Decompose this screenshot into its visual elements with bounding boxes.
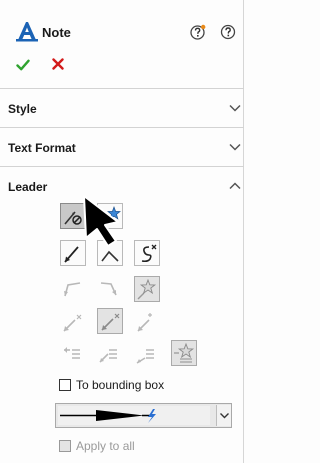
chevron-down-icon[interactable] [229,142,241,152]
chevron-up-icon[interactable] [229,181,241,191]
leader-nearest-button[interactable] [134,276,160,302]
panel-header: Note [0,0,244,88]
attach-top-button[interactable] [60,342,86,368]
leader-arrow-preview-icon [60,409,156,423]
leader-style-preview [58,406,210,425]
leader-side-right-button[interactable] [134,310,160,336]
leader-left-button[interactable] [60,276,86,302]
attach-nearest-button[interactable] [171,340,197,366]
attach-middle-button[interactable] [97,342,123,368]
apply-to-all-label: Apply to all [76,439,135,453]
whats-wrong-help-icon[interactable] [190,24,206,40]
leader-side-left-icon [63,314,82,332]
bounding-box-checkbox[interactable] [59,379,71,391]
section-label: Text Format [8,141,76,155]
apply-to-all-checkbox[interactable] [59,440,71,452]
section-label: Style [8,102,37,116]
help-icon[interactable] [220,24,236,40]
section-label: Leader [8,180,48,194]
attach-bottom-icon [136,349,154,364]
panel-title: Note [42,25,71,40]
leader-side-middle-button[interactable] [97,308,123,334]
leader-right-icon [100,282,117,296]
section-text-format[interactable]: Text Format [0,128,244,166]
section-style[interactable]: Style [0,89,244,127]
note-property-manager: Note Style Text Format Leader To boundin… [0,0,244,463]
spline-leader-button[interactable] [134,240,160,266]
combo-dropdown-button[interactable] [216,405,231,426]
attach-nearest-star-icon [174,342,195,363]
bounding-box-label: To bounding box [76,378,165,392]
ok-checkmark-icon[interactable] [16,58,30,72]
leader-side-right-icon [137,313,152,332]
attach-top-icon [64,347,80,359]
note-a-icon [16,22,38,42]
leader-right-button[interactable] [97,276,123,302]
mouse-cursor-arrow-icon [83,195,119,247]
leader-side-left-button[interactable] [60,310,86,336]
chevron-down-icon[interactable] [229,103,241,113]
chevron-down-icon [220,413,229,419]
leader-style-combobox[interactable] [55,403,232,428]
spline-leader-icon [141,244,157,263]
attach-bottom-button[interactable] [134,342,160,368]
leader-side-middle-icon [101,313,120,331]
cancel-x-icon[interactable] [52,58,64,70]
leader-nearest-star-icon [137,278,157,300]
leader-left-icon [64,282,81,297]
attach-middle-icon [99,349,117,363]
